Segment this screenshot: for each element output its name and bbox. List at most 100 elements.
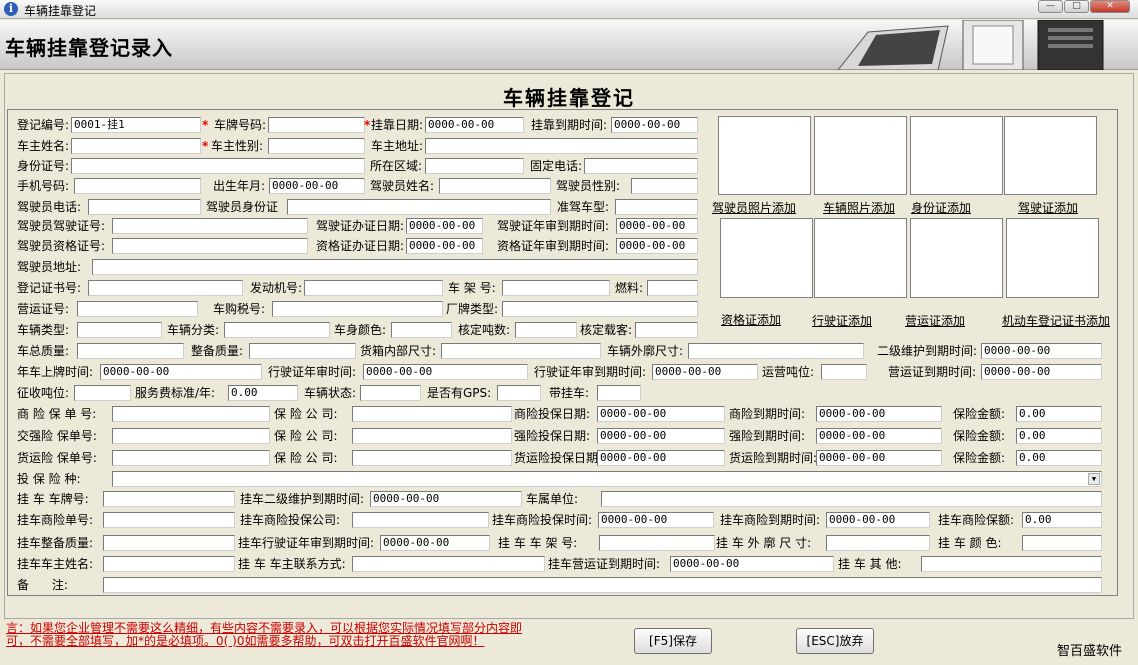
cmp-exp-field[interactable]: 0000-00-00 — [816, 428, 942, 444]
driver-license-field[interactable] — [112, 218, 308, 234]
onboard-field[interactable]: 0000-00-00 — [100, 364, 262, 380]
vclass-field[interactable] — [224, 322, 330, 338]
box-size-field[interactable] — [441, 343, 601, 359]
comm-ins-field[interactable] — [112, 406, 270, 422]
cargo-ins-field[interactable] — [112, 450, 270, 466]
drv-review-exp-field[interactable]: 0000-00-00 — [652, 364, 758, 380]
license-issue-field[interactable]: 0000-00-00 — [406, 218, 483, 234]
tr-comm-co-field[interactable] — [352, 512, 489, 528]
qual-exp-field[interactable]: 0000-00-00 — [616, 238, 698, 254]
driver-id-field[interactable] — [287, 199, 551, 215]
tr-curb-field[interactable] — [103, 535, 235, 551]
levy-field[interactable] — [74, 385, 131, 401]
reg-cert-photo-box[interactable] — [1006, 218, 1099, 298]
engine-field[interactable] — [304, 280, 443, 296]
tr-contact-field[interactable] — [352, 556, 545, 572]
attach-expire-field[interactable]: 0000-00-00 — [611, 117, 698, 133]
save-button[interactable]: [F5]保存 — [634, 628, 712, 654]
license-exp-field[interactable]: 0000-00-00 — [616, 218, 698, 234]
owner-addr-field[interactable] — [425, 138, 698, 154]
tr-plate-field[interactable] — [103, 491, 235, 507]
outer-size-field[interactable] — [688, 343, 864, 359]
op-cert-exp-field[interactable]: 0000-00-00 — [981, 364, 1102, 380]
op-cert-field[interactable] — [77, 301, 198, 317]
brand-type-field[interactable] — [502, 301, 698, 317]
remark-field[interactable] — [103, 577, 1102, 593]
add-drv-cert-link[interactable]: 行驶证添加 — [812, 312, 872, 329]
cmp-date-field[interactable]: 0000-00-00 — [597, 428, 725, 444]
add-op-cert-link[interactable]: 营运证添加 — [905, 312, 965, 329]
status-field[interactable] — [360, 385, 421, 401]
phone-field[interactable] — [584, 158, 698, 174]
cargo-date-field[interactable]: 0000-00-00 — [597, 450, 725, 466]
close-button[interactable]: ✕ — [1090, 0, 1130, 13]
add-id-card-link[interactable]: 身份证添加 — [911, 199, 971, 216]
reg-no-field[interactable]: 0001-挂1 — [71, 117, 201, 133]
id-no-field[interactable] — [71, 158, 365, 174]
gross-field[interactable] — [77, 343, 184, 359]
attach-date-field[interactable]: 0000-00-00 — [425, 117, 524, 133]
cmp-amount-field[interactable]: 0.00 — [1016, 428, 1102, 444]
driver-phone-field[interactable] — [88, 199, 201, 215]
driver-photo-box[interactable] — [718, 116, 811, 195]
tr-outer-field[interactable] — [826, 535, 930, 551]
owner-name-field[interactable] — [71, 138, 201, 154]
cargo-exp-field[interactable]: 0000-00-00 — [816, 450, 942, 466]
curb-field[interactable] — [249, 343, 356, 359]
add-vehicle-photo-link[interactable]: 车辆照片添加 — [823, 199, 895, 216]
drv-cert-photo-box[interactable] — [814, 218, 907, 298]
allowed-type-field[interactable] — [615, 199, 698, 215]
vtype-field[interactable] — [77, 322, 162, 338]
tr-other-field[interactable] — [921, 556, 1102, 572]
tr-owner-field[interactable] — [103, 556, 235, 572]
birth-field[interactable]: 0000-00-00 — [269, 178, 365, 194]
add-reg-cert-link[interactable]: 机动车登记证书添加 — [1002, 312, 1110, 329]
qual-no-field[interactable] — [112, 238, 308, 254]
tr-comm-no-field[interactable] — [103, 512, 235, 528]
tr-frame-field[interactable] — [599, 535, 715, 551]
add-driver-photo-link[interactable]: 驾驶员照片添加 — [712, 199, 796, 216]
cancel-button[interactable]: [ESC]放弃 — [796, 628, 874, 654]
comm-exp-field[interactable]: 0000-00-00 — [816, 406, 942, 422]
tr-comm-exp-field[interactable]: 0000-00-00 — [826, 512, 930, 528]
add-license-link[interactable]: 驾驶证添加 — [1018, 199, 1078, 216]
frame-field[interactable] — [502, 280, 610, 296]
gps-field[interactable] — [497, 385, 541, 401]
driver-name-field[interactable] — [439, 178, 551, 194]
id-card-photo-box[interactable] — [910, 116, 1003, 195]
license-photo-box[interactable] — [1004, 116, 1097, 195]
op-ton-field[interactable] — [821, 364, 867, 380]
fee-field[interactable]: 0.00 — [228, 385, 298, 401]
comm-ins-co-field[interactable] — [352, 406, 512, 422]
tr-color-field[interactable] — [1022, 535, 1102, 551]
ins-type-select[interactable]: ▼ — [112, 471, 1102, 487]
owner-gender-field[interactable] — [268, 138, 365, 154]
qual-cert-photo-box[interactable] — [720, 218, 813, 298]
op-cert-photo-box[interactable] — [910, 218, 1003, 298]
tr-comm-date-field[interactable]: 0000-00-00 — [598, 512, 714, 528]
mobile-field[interactable] — [74, 178, 201, 194]
passengers-field[interactable] — [635, 322, 698, 338]
cmp-ins-co-field[interactable] — [352, 428, 512, 444]
cargo-ins-co-field[interactable] — [352, 450, 512, 466]
chevron-down-icon[interactable]: ▼ — [1088, 473, 1100, 485]
add-qual-cert-link[interactable]: 资格证添加 — [721, 311, 781, 328]
tonnage-field[interactable] — [515, 322, 577, 338]
tax-field[interactable] — [272, 301, 443, 317]
minimize-button[interactable]: — — [1038, 0, 1063, 13]
plate-field[interactable] — [268, 117, 365, 133]
maint-field[interactable]: 0000-00-00 — [981, 343, 1102, 359]
tr-premium-field[interactable]: 0.00 — [1022, 512, 1102, 528]
region-field[interactable] — [425, 158, 524, 174]
qual-issue-field[interactable]: 0000-00-00 — [406, 238, 483, 254]
vehicle-photo-box[interactable] — [814, 116, 907, 195]
reg-cert-field[interactable] — [88, 280, 243, 296]
trailer-field[interactable] — [597, 385, 641, 401]
comm-date-field[interactable]: 0000-00-00 — [597, 406, 725, 422]
tr-maint-field[interactable]: 0000-00-00 — [370, 491, 522, 507]
help-note[interactable]: 言：如果您企业管理不需要这么精细，有些内容不需要录入，可以根据您实际情况填写部分… — [6, 622, 522, 648]
tr-review-field[interactable]: 0000-00-00 — [380, 535, 490, 551]
drv-review-field[interactable]: 0000-00-00 — [363, 364, 528, 380]
tr-owner-unit-field[interactable] — [601, 491, 1102, 507]
driver-gender-field[interactable] — [631, 178, 698, 194]
